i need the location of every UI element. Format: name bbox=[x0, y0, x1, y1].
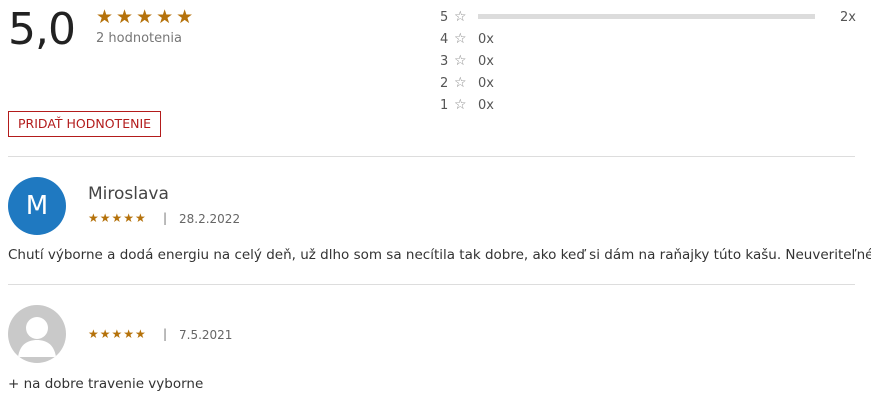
distribution-star-value: 3 bbox=[440, 54, 449, 69]
star-outline-icon: ☆ bbox=[454, 9, 467, 25]
distribution-star-value: 1 bbox=[440, 98, 449, 113]
distribution-row-2[interactable]: 2 ☆ 0x bbox=[440, 74, 856, 96]
distribution-star-value: 5 bbox=[440, 10, 449, 25]
distribution-star-value: 4 bbox=[440, 32, 449, 47]
distribution-row-4[interactable]: 4 ☆ 0x bbox=[440, 30, 856, 52]
distribution-count: 0x bbox=[478, 76, 494, 91]
review-date: 28.2.2022 bbox=[179, 212, 241, 226]
distribution-row-5[interactable]: 5 ☆ 2x bbox=[440, 8, 856, 30]
distribution-bar-fill bbox=[478, 14, 815, 19]
star-outline-icon: ☆ bbox=[454, 53, 467, 69]
divider bbox=[8, 284, 855, 285]
review-text: + na dobre travenie vyborne bbox=[8, 376, 204, 392]
star-outline-icon: ☆ bbox=[454, 97, 467, 113]
distribution-count: 2x bbox=[840, 10, 856, 25]
review-star-rating: ★★★★★ bbox=[88, 327, 147, 341]
distribution-count: 0x bbox=[478, 32, 494, 47]
average-star-rating: ★★★★★ bbox=[96, 6, 197, 28]
distribution-bar bbox=[478, 14, 815, 19]
avatar: M bbox=[8, 177, 66, 235]
add-review-button[interactable]: PRIDAŤ HODNOTENIE bbox=[8, 111, 162, 137]
anonymous-avatar bbox=[8, 305, 66, 363]
distribution-count: 0x bbox=[478, 98, 494, 113]
review-text: Chutí výborne a dodá energiu na celý deň… bbox=[8, 247, 871, 263]
meta-separator: | bbox=[163, 327, 168, 341]
reviewer-name: Miroslava bbox=[88, 184, 169, 204]
meta-separator: | bbox=[163, 211, 168, 225]
star-outline-icon: ☆ bbox=[454, 31, 467, 47]
distribution-star-value: 2 bbox=[440, 76, 449, 91]
average-score: 5,0 bbox=[8, 4, 76, 55]
distribution-row-3[interactable]: 3 ☆ 0x bbox=[440, 52, 856, 74]
review-star-rating: ★★★★★ bbox=[88, 211, 147, 225]
divider bbox=[8, 156, 855, 157]
star-outline-icon: ☆ bbox=[454, 75, 467, 91]
rating-count: 2 hodnotenia bbox=[96, 31, 182, 46]
review-date: 7.5.2021 bbox=[179, 328, 233, 342]
rating-distribution: 5 ☆ 2x 4 ☆ 0x 3 ☆ 0x 2 ☆ 0x 1 ☆ 0x bbox=[440, 8, 856, 118]
distribution-row-1[interactable]: 1 ☆ 0x bbox=[440, 96, 856, 118]
user-silhouette-icon bbox=[18, 317, 56, 357]
distribution-count: 0x bbox=[478, 54, 494, 69]
